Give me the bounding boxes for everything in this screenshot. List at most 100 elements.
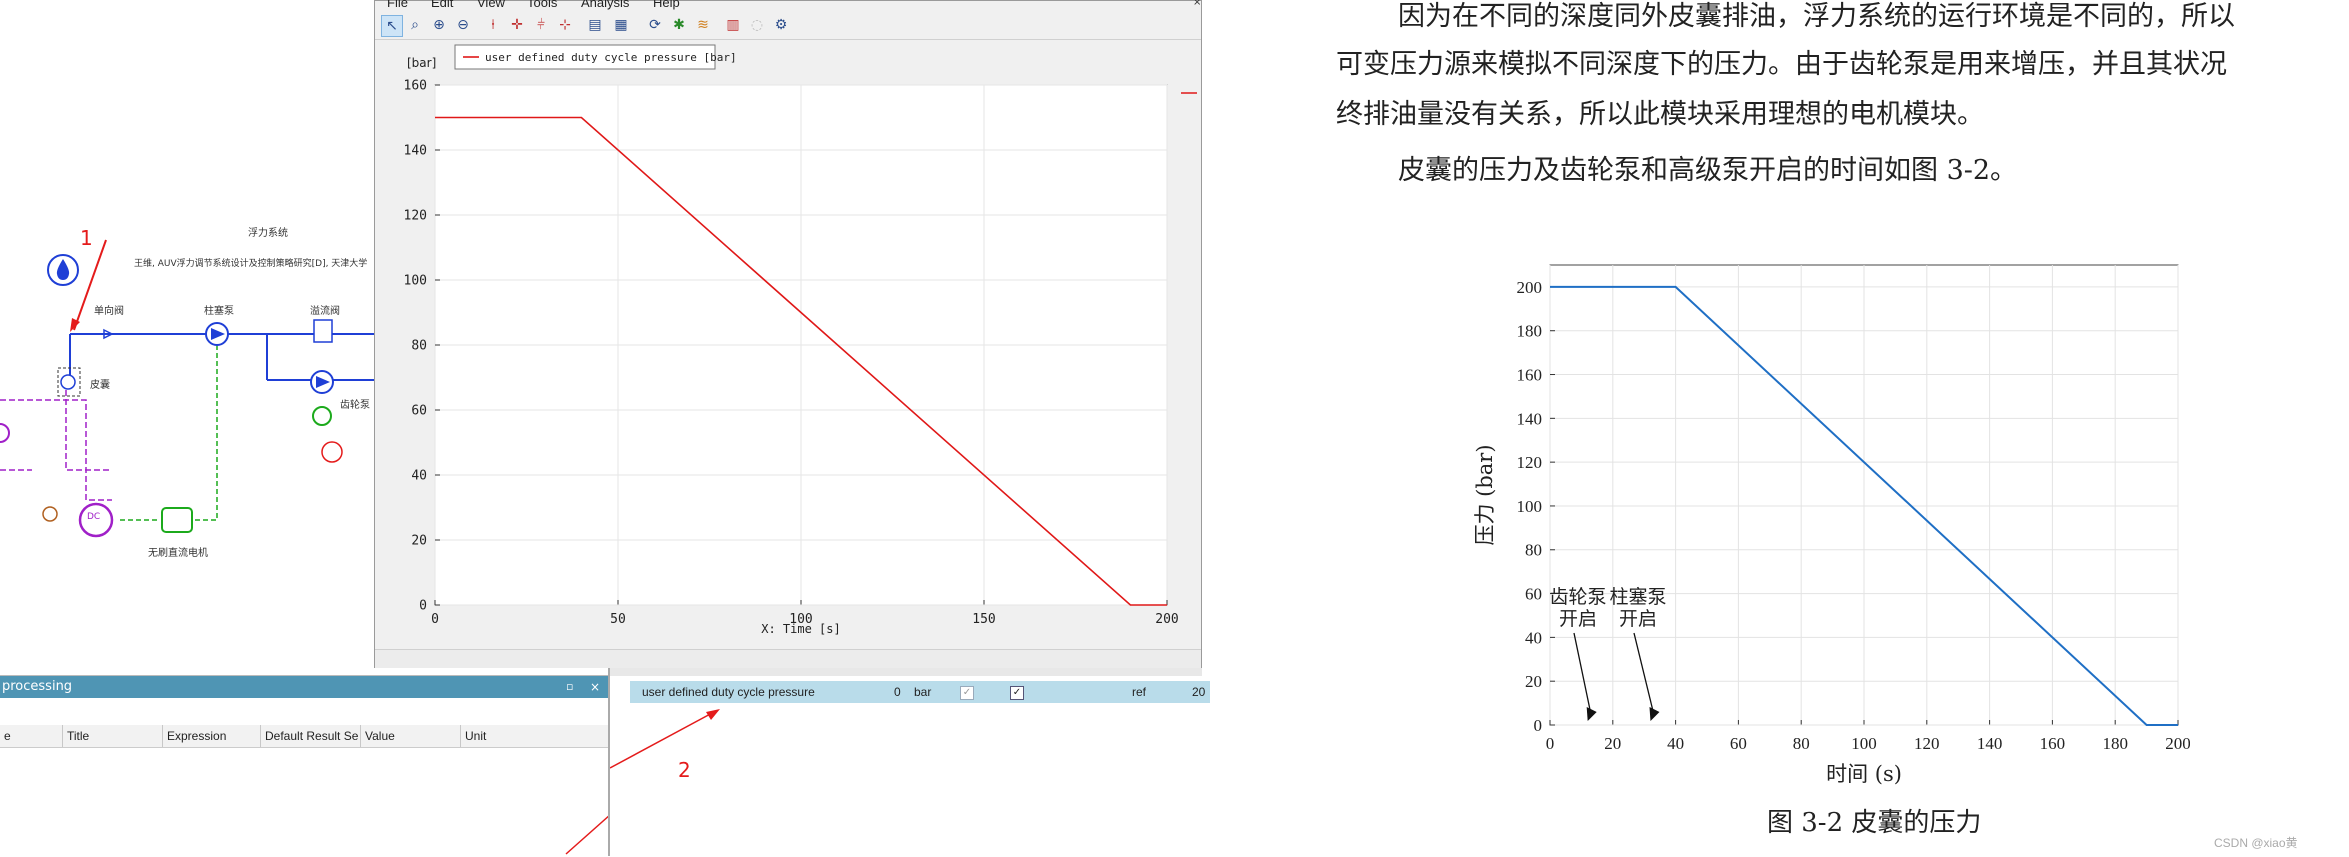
pointer-icon[interactable]: ↖ <box>381 15 403 37</box>
x-tick-label: 40 <box>1667 734 1684 753</box>
x-tick-label: 200 <box>2165 734 2190 753</box>
cursor-cross-icon[interactable]: ✛ <box>507 15 527 35</box>
menu-view[interactable]: View <box>477 0 505 10</box>
y-tick-label: 100 <box>1517 497 1543 516</box>
variable-name: user defined duty cycle pressure <box>642 685 815 699</box>
checkbox-1[interactable]: ✓ <box>960 686 974 700</box>
variable-list-header <box>610 668 1202 676</box>
y-tick-label: 200 <box>1517 278 1543 297</box>
y-tick-label: 20 <box>411 534 427 549</box>
col-e[interactable]: e <box>0 725 11 747</box>
schematic-canvas[interactable]: 浮力系统 王维, AUV浮力调节系统设计及控制策略研究[D], 天津大学 单向阀… <box>0 0 376 660</box>
menu-edit[interactable]: Edit <box>431 0 453 10</box>
x-tick-label: 0 <box>1546 734 1555 753</box>
label-dc-motor: DC <box>87 512 101 522</box>
x-tick-label: 20 <box>1604 734 1621 753</box>
x-tick-label: 0 <box>431 612 439 627</box>
cursor-v-icon[interactable]: ⍿ <box>483 15 503 35</box>
label-check-valve: 单向阀 <box>94 306 124 317</box>
document-page: 因为在不同的深度同外皮囊排油，浮力系统的运行环境是不同的，所以 可变压力源来模拟… <box>1300 0 2349 856</box>
close-icon[interactable]: × <box>1193 0 1203 8</box>
watermark: CSDN @xiao黄 <box>2214 836 2298 850</box>
y-tick-label: 0 <box>1534 716 1543 735</box>
y-tick-label: 160 <box>1517 365 1543 384</box>
annotation-text: 开启 <box>1559 608 1597 630</box>
annotation-text: 开启 <box>1619 608 1657 630</box>
doc-para1-line1: 因为在不同的深度同外皮囊排油，浮力系统的运行环境是不同的，所以 <box>1398 1 2235 32</box>
x-tick-label: 200 <box>1155 612 1178 627</box>
figure-chart: 0 20 40 60 80 100 120 140 160 180 200 0 20 40 60 80 100 1… <box>1473 264 2190 786</box>
postprocessing-title: processing <box>2 679 73 694</box>
style-icon[interactable]: ≋ <box>693 15 713 35</box>
plot-window[interactable]: File Edit View Tools Analysis Help × ↖ ⌕… <box>374 0 1202 668</box>
x-tick-label: 50 <box>610 612 626 627</box>
doc-para1-line3: 终排油量没有关系，所以此模块采用理想的电机模块。 <box>1336 99 1984 130</box>
menu-tools[interactable]: Tools <box>527 0 557 10</box>
x-tick-label: 180 <box>2102 734 2128 753</box>
postprocessing-table-header: e Title Expression Default Result Se Val… <box>0 725 608 748</box>
schematic-drawing <box>0 239 376 538</box>
variable-list-panel[interactable]: user defined duty cycle pressure 0 bar ✓… <box>608 668 1210 856</box>
schematic-subtitle: 王维, AUV浮力调节系统设计及控制策略研究[D], 天津大学 <box>134 259 368 269</box>
doc-para2: 皮囊的压力及齿轮泵和高级泵开启的时间如图 3-2。 <box>1398 155 2018 186</box>
x-tick-label: 120 <box>1914 734 1940 753</box>
bar-chart-icon[interactable]: ▥ <box>723 15 743 35</box>
disabled-icon: ◌ <box>750 17 764 33</box>
zoom-out-icon[interactable]: ⊖ <box>453 15 473 35</box>
y-tick-label: 120 <box>404 209 427 224</box>
label-plunger-pump: 柱塞泵 <box>204 306 234 317</box>
y-axis-label: [bar] <box>407 56 436 70</box>
y-tick-label: 60 <box>1525 585 1542 604</box>
schematic-title: 浮力系统 <box>248 228 288 239</box>
variable-value: 0 <box>894 685 901 699</box>
label-bladder: 皮囊 <box>90 380 110 391</box>
settings-icon[interactable]: ⚙ <box>771 15 791 35</box>
y-tick-label: 100 <box>404 274 427 289</box>
y-tick-label: 180 <box>1517 322 1543 341</box>
col-expression[interactable]: Expression <box>162 725 226 747</box>
legend-label: user defined duty cycle pressure [bar] <box>485 51 737 64</box>
y-tick-label: 40 <box>1525 628 1542 647</box>
menu-help[interactable]: Help <box>653 0 680 10</box>
cursor-multi-icon[interactable]: ⫩ <box>531 15 551 35</box>
y-tick-label: 80 <box>1525 541 1542 560</box>
x-axis-label: X: Time [s] <box>761 622 840 636</box>
label-relief-valve: 溢流阀 <box>310 306 340 317</box>
variable-row[interactable]: user defined duty cycle pressure 0 bar ✓… <box>630 681 1210 703</box>
y-tick-label: 160 <box>404 79 427 94</box>
plot-chart[interactable]: 0 50 100 150 200020406080100120140160[bar]X:… <box>375 41 1201 663</box>
restore-icon[interactable]: ▫ <box>566 676 573 698</box>
variable-extra: 20 <box>1192 685 1206 699</box>
y-tick-label: 20 <box>1525 672 1542 691</box>
postprocessing-panel[interactable]: processing ▫ × e Title Expression Defaul… <box>0 675 620 857</box>
col-title[interactable]: Title <box>62 725 89 747</box>
col-unit[interactable]: Unit <box>460 725 486 747</box>
col-value[interactable]: Value <box>360 725 395 747</box>
y-tick-label: 0 <box>419 599 427 614</box>
checkbox-2[interactable]: ✓ <box>1010 686 1024 700</box>
red-arrow-2-head <box>610 709 720 769</box>
table-icon[interactable]: ▤ <box>585 15 605 35</box>
y-tick-label: 40 <box>411 469 427 484</box>
grid-icon[interactable]: ▦ <box>611 15 631 35</box>
close-icon[interactable]: × <box>590 676 600 698</box>
zoom-area-icon[interactable]: ⌕ <box>405 15 425 35</box>
x-axis-label: 时间 (s) <box>1826 762 1902 786</box>
menu-file[interactable]: File <box>387 0 408 10</box>
y-tick-label: 60 <box>411 404 427 419</box>
menu-analysis[interactable]: Analysis <box>581 0 629 10</box>
col-default-result[interactable]: Default Result Se <box>260 725 358 747</box>
zoom-in-icon[interactable]: ⊕ <box>429 15 449 35</box>
y-tick-label: 120 <box>1517 453 1543 472</box>
pin-icon[interactable]: ✱ <box>669 15 689 35</box>
refresh-icon[interactable]: ⟳ <box>645 15 665 35</box>
annotation-1: 1 <box>80 226 93 250</box>
status-bar <box>375 649 1201 668</box>
postprocessing-titlebar: processing ▫ × <box>0 676 608 698</box>
x-tick-label: 60 <box>1730 734 1747 753</box>
cursor-slope-icon[interactable]: ⊹ <box>555 15 575 35</box>
x-tick-label: 100 <box>1851 734 1877 753</box>
variable-unit: bar <box>914 685 932 699</box>
y-tick-label: 140 <box>1517 409 1543 428</box>
figure-caption: 图 3-2 皮囊的压力 <box>1767 808 1982 838</box>
